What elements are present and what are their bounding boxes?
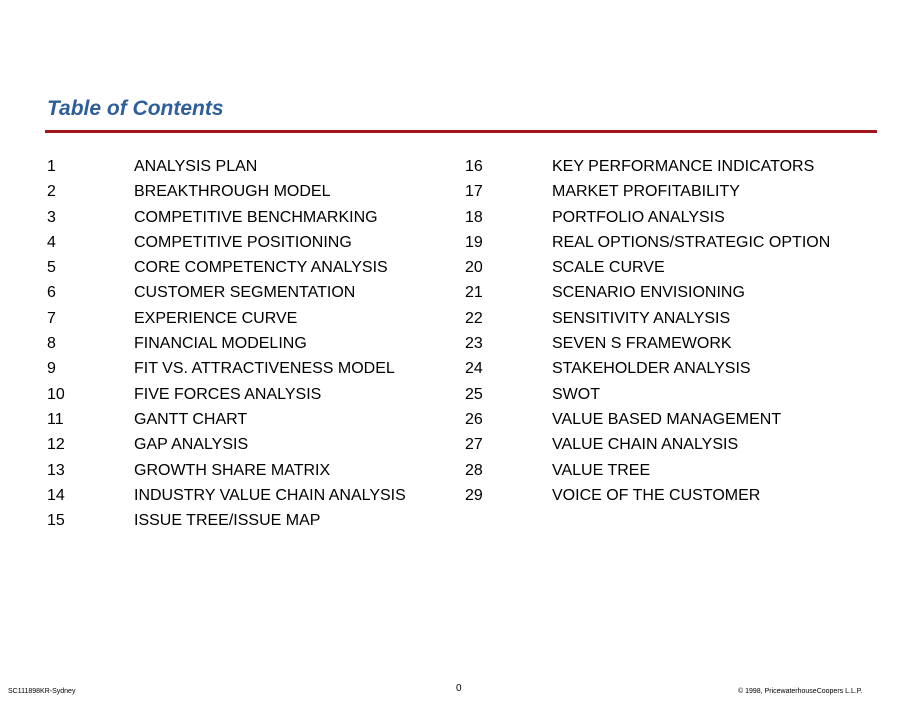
toc-item-label: ANALYSIS PLAN — [134, 158, 258, 175]
toc-item-label: FIVE FORCES ANALYSIS — [134, 385, 322, 403]
toc-item-label: REAL OPTIONS/STRATEGIC OPTION — [552, 233, 831, 251]
toc-item-label: SCALE CURVE — [552, 259, 665, 277]
toc-item-label: EXPERIENCE CURVE — [134, 309, 298, 327]
toc-item-number: 4 — [47, 233, 56, 251]
toc-item-label: SWOT — [552, 385, 600, 403]
toc-item-label: FIT VS. ATTRACTIVENESS MODEL — [134, 360, 395, 378]
toc-item-number: 19 — [465, 233, 483, 251]
footer-document-id: SC111898KR-Sydney — [8, 688, 76, 695]
toc-item-number: 12 — [47, 436, 65, 454]
toc-item-number: 5 — [47, 259, 56, 277]
toc-item-number: 20 — [465, 259, 483, 277]
toc-item-number: 8 — [47, 335, 56, 353]
toc-item-label: CUSTOMER SEGMENTATION — [134, 284, 356, 302]
toc-item-number: 11 — [47, 410, 64, 428]
toc-item-number: 13 — [47, 461, 65, 479]
toc-item-label: PORTFOLIO ANALYSIS — [552, 208, 725, 226]
toc-item-number: 24 — [465, 360, 483, 378]
toc-item-label: GROWTH SHARE MATRIX — [134, 461, 331, 479]
toc-item-label: CORE COMPETENCTY ANALYSIS — [134, 259, 388, 277]
toc-item-label: VALUE CHAIN ANALYSIS — [552, 436, 739, 454]
toc-item-number: 9 — [47, 360, 56, 378]
toc-item-number: 1 — [47, 158, 56, 175]
toc-item-number: 18 — [465, 208, 483, 226]
title-divider — [45, 130, 877, 133]
toc-item-number: 2 — [47, 183, 56, 201]
toc-item-number: 3 — [47, 208, 56, 226]
toc-item-label: GANTT CHART — [134, 410, 248, 428]
toc-item-label: MARKET PROFITABILITY — [552, 183, 740, 201]
toc-item-number: 23 — [465, 335, 483, 353]
toc-item-label: ISSUE TREE/ISSUE MAP — [134, 512, 321, 530]
toc-item-number: 29 — [465, 486, 483, 504]
toc-item-number: 26 — [465, 410, 483, 428]
toc-item-label: COMPETITIVE BENCHMARKING — [134, 208, 378, 226]
toc-item-number: 21 — [465, 284, 483, 302]
toc-item-label: SENSITIVITY ANALYSIS — [552, 309, 731, 327]
toc-item-label: STAKEHOLDER ANALYSIS — [552, 360, 751, 378]
toc-item-label: FINANCIAL MODELING — [134, 335, 307, 353]
toc-item-label: VOICE OF THE CUSTOMER — [552, 486, 761, 504]
toc-item-label: INDUSTRY VALUE CHAIN ANALYSIS — [134, 486, 406, 504]
toc-item-number: 15 — [47, 512, 65, 530]
toc-item-label: VALUE TREE — [552, 461, 651, 479]
toc-item-number: 10 — [47, 385, 65, 403]
toc-item-label: VALUE BASED MANAGEMENT — [552, 410, 782, 428]
toc-item-label: SCENARIO ENVISIONING — [552, 284, 745, 302]
toc-item-label: KEY PERFORMANCE INDICATORS — [552, 158, 815, 175]
toc-item-number: 17 — [465, 183, 483, 201]
toc-item-label: SEVEN S FRAMEWORK — [552, 335, 732, 353]
toc-item-number: 27 — [465, 436, 483, 454]
toc-item-number: 7 — [47, 309, 56, 327]
toc-item-number: 16 — [465, 158, 483, 175]
toc-item-number: 14 — [47, 486, 65, 504]
toc-item-label: COMPETITIVE POSITIONING — [134, 233, 352, 251]
toc-item-number: 25 — [465, 385, 483, 403]
toc-item-label: BREAKTHROUGH MODEL — [134, 183, 331, 201]
footer-copyright: © 1998, PricewaterhouseCoopers L.L.P. — [738, 688, 863, 695]
toc-item-number: 6 — [47, 284, 56, 302]
toc-item-number: 28 — [465, 461, 483, 479]
page-title: Table of Contents — [47, 97, 224, 120]
toc-item-label: GAP ANALYSIS — [134, 436, 249, 454]
toc-item-number: 22 — [465, 309, 483, 327]
footer-page-number: 0 — [456, 683, 462, 694]
